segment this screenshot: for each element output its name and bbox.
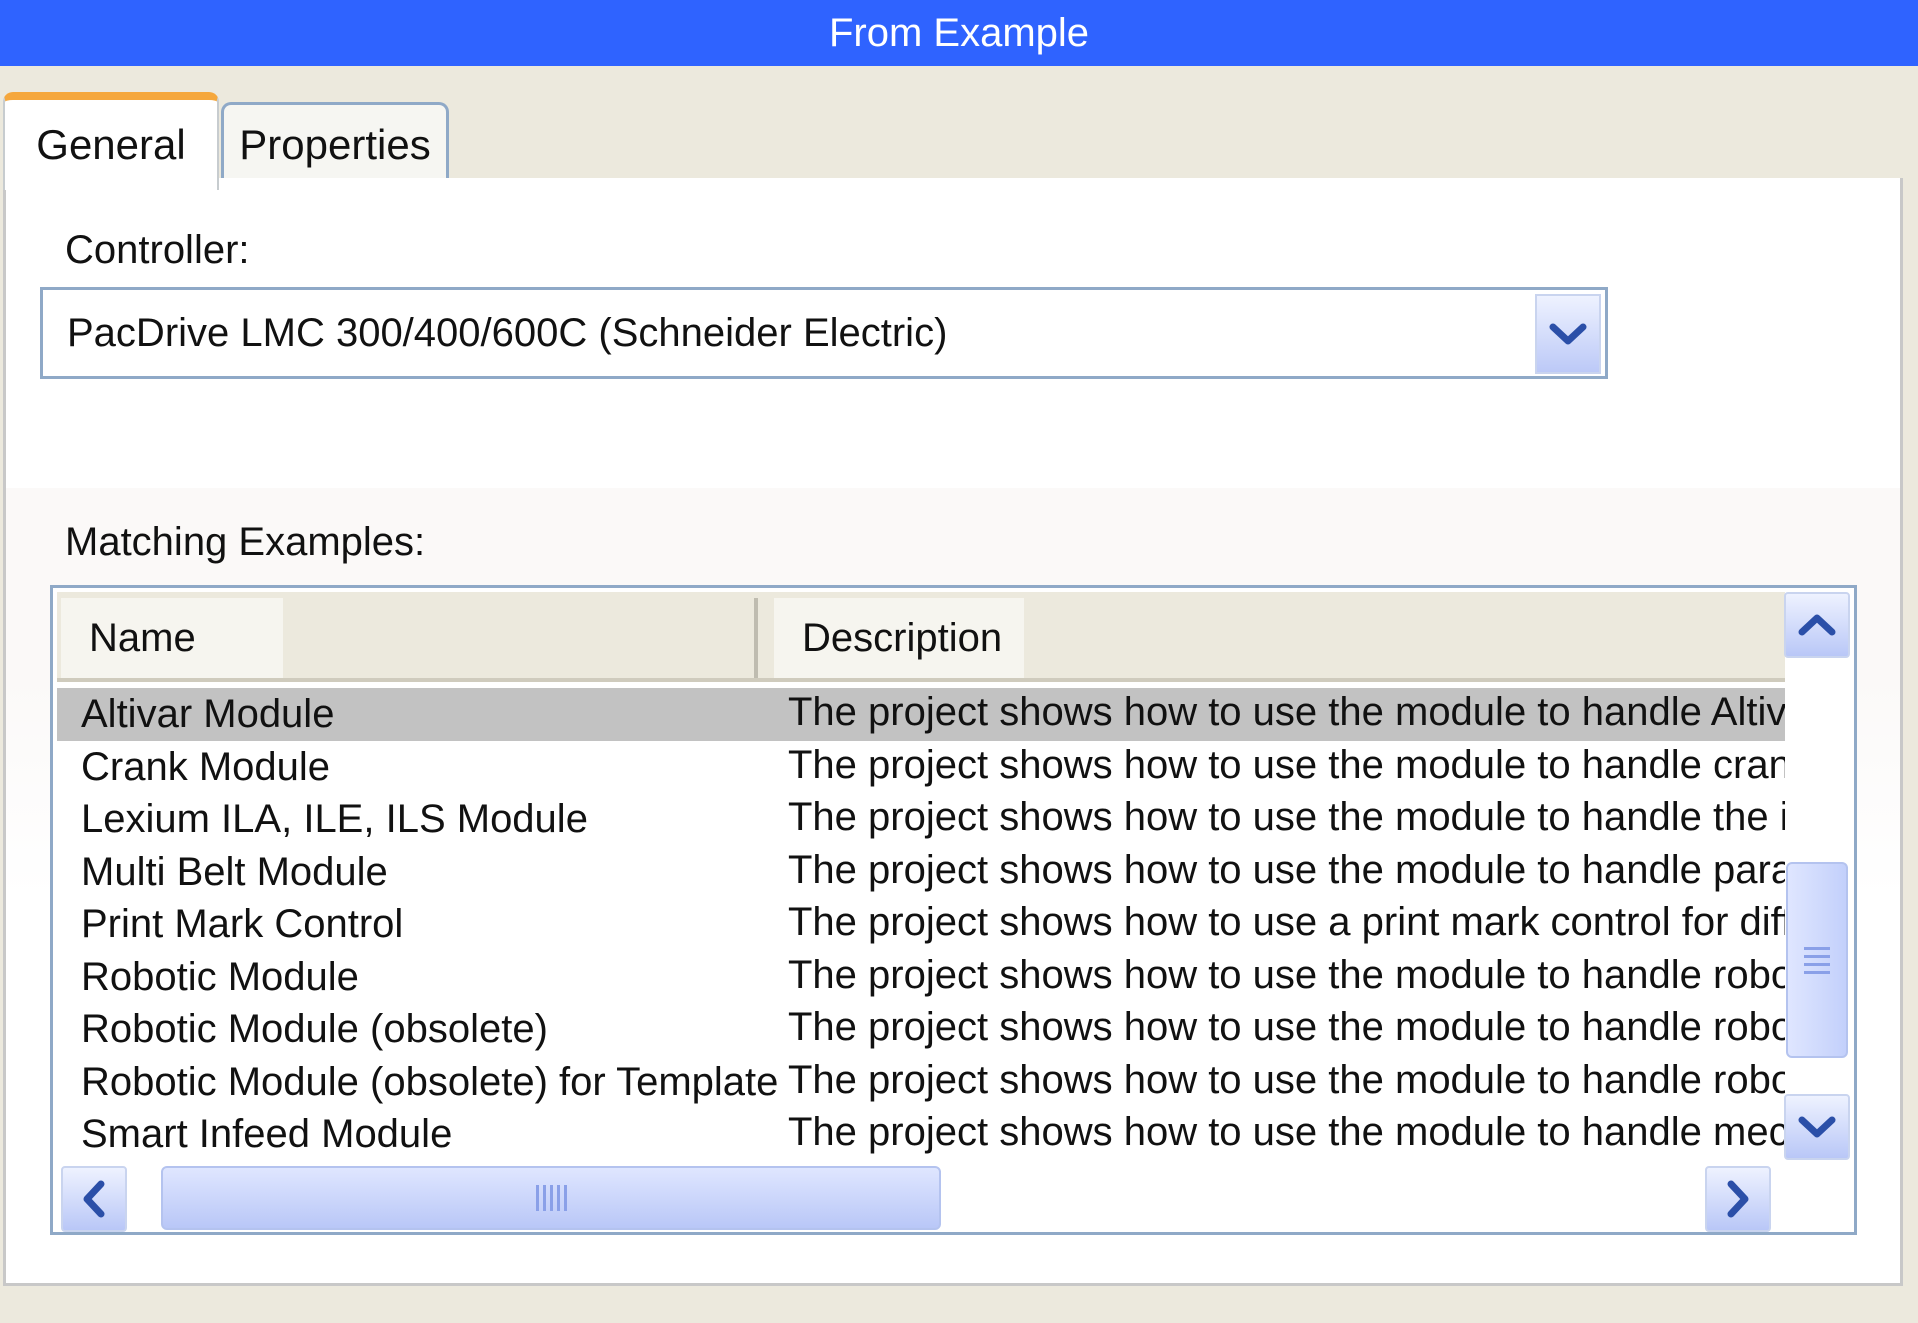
scroll-up-button[interactable] — [1784, 592, 1850, 658]
scroll-left-button[interactable] — [61, 1166, 127, 1232]
chevron-down-icon — [1798, 1116, 1836, 1138]
horizontal-scroll-thumb[interactable] — [161, 1166, 941, 1230]
controller-dropdown-button[interactable] — [1535, 294, 1601, 374]
chevron-up-icon — [1798, 614, 1836, 636]
row-description: The project shows how to use the module … — [788, 847, 1785, 892]
grip-icon — [535, 1185, 567, 1211]
controller-select[interactable]: PacDrive LMC 300/400/600C (Schneider Ele… — [40, 287, 1608, 379]
vertical-scrollbar[interactable] — [1784, 592, 1850, 1162]
row-name: Robotic Module (obsolete) for Template — [81, 1059, 779, 1104]
column-header-description[interactable]: Description — [774, 598, 1024, 678]
tab-general[interactable]: General — [3, 92, 219, 190]
column-divider[interactable] — [754, 598, 758, 678]
horizontal-scrollbar[interactable] — [57, 1164, 1787, 1232]
column-header-name-label: Name — [89, 615, 196, 660]
chevron-left-icon — [83, 1180, 105, 1218]
controller-label: Controller: — [65, 228, 250, 272]
table-row[interactable]: Smart Infeed Module The project shows ho… — [57, 1108, 1785, 1161]
list-header: Name Description — [57, 592, 1785, 682]
row-description: The project shows how to use the module … — [788, 1110, 1785, 1154]
tab-properties[interactable]: Properties — [221, 102, 449, 184]
row-name: Altivar Module — [81, 692, 335, 736]
vertical-scroll-thumb[interactable] — [1786, 862, 1848, 1058]
examples-list[interactable]: Name Description Altivar Module The proj… — [50, 585, 1857, 1235]
table-row[interactable]: Altivar Module The project shows how to … — [57, 688, 1785, 741]
tab-general-label: General — [36, 121, 186, 168]
row-description: The project shows how to use the module … — [788, 952, 1785, 997]
row-description: The project shows how to use the module … — [788, 1057, 1785, 1102]
chevron-down-icon — [1549, 323, 1587, 345]
table-row[interactable]: Robotic Module (obsolete) for Template T… — [57, 1056, 1785, 1109]
row-name: Multi Belt Module — [81, 849, 388, 894]
matching-examples-label: Matching Examples: — [65, 520, 426, 564]
row-name: Lexium ILA, ILE, ILS Module — [81, 797, 588, 841]
window-title-bar: From Example — [0, 0, 1918, 66]
table-row[interactable]: Crank Module The project shows how to us… — [57, 741, 1785, 794]
column-header-name[interactable]: Name — [61, 598, 283, 678]
list-rows: Altivar Module The project shows how to … — [57, 688, 1785, 1161]
row-name: Print Mark Control — [81, 902, 404, 946]
row-description: The project shows how to use the module … — [788, 690, 1785, 734]
row-description: The project shows how to use a print mar… — [788, 900, 1785, 944]
row-name: Crank Module — [81, 744, 331, 789]
table-row[interactable]: Print Mark Control The project shows how… — [57, 898, 1785, 951]
table-row[interactable]: Robotic Module The project shows how to … — [57, 951, 1785, 1004]
controller-select-value: PacDrive LMC 300/400/600C (Schneider Ele… — [67, 310, 948, 355]
row-name: Robotic Module (obsolete) — [81, 1007, 548, 1051]
table-row[interactable]: Lexium ILA, ILE, ILS Module The project … — [57, 793, 1785, 846]
table-row[interactable]: Multi Belt Module The project shows how … — [57, 846, 1785, 899]
grip-icon — [1804, 946, 1830, 974]
row-description: The project shows how to use the module … — [788, 795, 1785, 839]
column-header-description-label: Description — [802, 615, 1003, 660]
row-name: Smart Infeed Module — [81, 1112, 453, 1156]
scroll-right-button[interactable] — [1705, 1166, 1771, 1232]
chevron-right-icon — [1727, 1180, 1749, 1218]
table-row[interactable]: Robotic Module (obsolete) The project sh… — [57, 1003, 1785, 1056]
row-name: Robotic Module — [81, 954, 359, 999]
row-description: The project shows how to use the module … — [788, 1005, 1785, 1049]
tab-properties-label: Properties — [239, 120, 431, 168]
window-title: From Example — [828, 10, 1090, 55]
scroll-down-button[interactable] — [1784, 1094, 1850, 1160]
row-description: The project shows how to use the module … — [788, 742, 1785, 787]
